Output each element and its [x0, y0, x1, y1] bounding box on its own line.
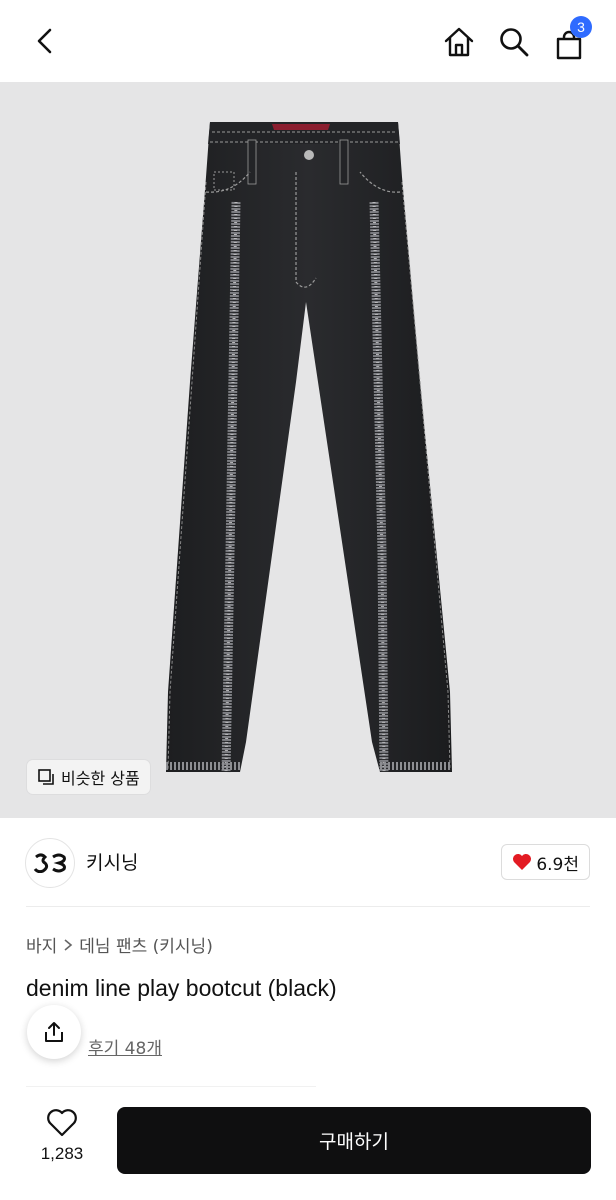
brand-row: 키시닝 6.9천: [0, 818, 616, 906]
wishlist-count: 1,283: [40, 1144, 84, 1163]
bootcut-jeans-illustration: [166, 122, 452, 773]
share-icon: [45, 1022, 63, 1042]
similar-products-label: 비슷한 상품: [61, 769, 140, 788]
brand-logo-icon: [33, 853, 66, 873]
wishlist-button[interactable]: 1,283: [28, 1108, 96, 1178]
brand-logo[interactable]: [25, 838, 75, 888]
brand-like-count: 6.9천: [536, 854, 579, 875]
top-navigation-bar: 3: [0, 0, 616, 82]
product-image[interactable]: [0, 82, 616, 818]
breadcrumb-item-pants[interactable]: 바지: [26, 932, 57, 957]
chevron-right-icon: [64, 938, 73, 951]
faded-divider: [26, 1086, 316, 1087]
copy-icon: [38, 769, 54, 785]
breadcrumb: 바지 데님 팬츠 (키시닝): [26, 932, 213, 957]
cart-count-badge: 3: [570, 16, 592, 38]
chevron-left-icon: [37, 28, 52, 54]
heart-filled-icon: [513, 854, 532, 870]
brand-like-button[interactable]: 6.9천: [501, 844, 590, 880]
similar-products-button[interactable]: 비슷한 상품: [27, 760, 150, 794]
heart-outline-icon: [47, 1109, 77, 1137]
breadcrumb-item-denim[interactable]: 데님 팬츠 (키시닝): [79, 932, 213, 957]
cart-button[interactable]: 3: [552, 16, 592, 62]
search-button[interactable]: [496, 24, 532, 60]
section-divider: [26, 906, 590, 907]
buy-button[interactable]: 구매하기: [117, 1107, 591, 1174]
brand-name[interactable]: 키시닝: [86, 848, 138, 875]
home-icon: [444, 27, 474, 57]
purchase-bar: 1,283 구매하기: [0, 1090, 616, 1200]
home-button[interactable]: [441, 24, 477, 60]
product-title: denim line play bootcut (black): [26, 975, 337, 1001]
reviews-link[interactable]: 후기 48개: [88, 1034, 162, 1059]
search-icon: [500, 28, 529, 57]
back-button[interactable]: [28, 24, 62, 58]
share-button[interactable]: [27, 1005, 81, 1059]
